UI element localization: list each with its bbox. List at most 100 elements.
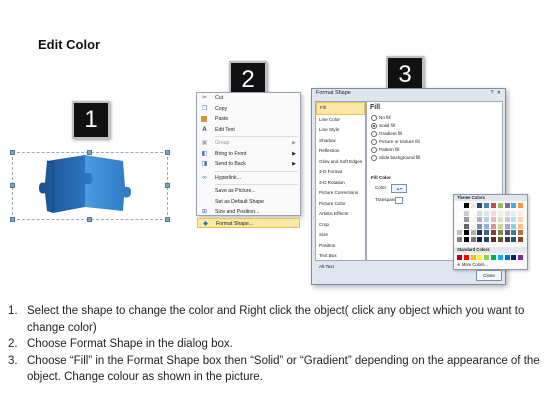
color-swatch[interactable] — [484, 230, 490, 235]
color-swatch[interactable] — [457, 217, 462, 222]
color-swatch[interactable] — [497, 255, 503, 260]
color-swatch[interactable] — [484, 210, 490, 216]
color-swatch[interactable] — [511, 203, 517, 208]
nav-item-alt-text[interactable]: Alt Text — [316, 262, 365, 273]
menu-item-set-default-shape[interactable]: Set as Default Shape — [197, 197, 300, 208]
color-swatch[interactable] — [477, 236, 483, 242]
color-swatch[interactable] — [463, 217, 469, 222]
nav-item-reflection[interactable]: Reflection — [316, 146, 365, 157]
color-swatch[interactable] — [518, 217, 524, 222]
color-swatch[interactable] — [477, 217, 483, 222]
color-swatch[interactable] — [497, 230, 503, 235]
color-swatch[interactable] — [484, 203, 490, 208]
color-swatch[interactable] — [491, 210, 496, 216]
transparency-slider[interactable] — [395, 197, 403, 204]
nav-item-line-style[interactable]: Line Style — [316, 125, 365, 136]
color-swatch[interactable] — [511, 236, 517, 242]
menu-item-edit-text[interactable]: A Edit Text — [197, 125, 300, 136]
color-dropdown-button[interactable]: ▲▾ — [391, 184, 407, 193]
color-swatch[interactable] — [484, 217, 490, 222]
color-swatch[interactable] — [470, 210, 476, 216]
color-swatch[interactable] — [484, 255, 490, 260]
color-swatch[interactable] — [511, 217, 517, 222]
nav-item-3d-format[interactable]: 3-D Format — [316, 167, 365, 178]
color-swatch[interactable] — [518, 236, 524, 242]
color-swatch[interactable] — [463, 223, 469, 229]
puzzle-pieces-shape[interactable] — [13, 153, 167, 219]
color-swatch[interactable] — [463, 210, 469, 216]
nav-item-picture-corrections[interactable]: Picture Corrections — [316, 188, 365, 199]
color-swatch[interactable] — [504, 210, 510, 216]
color-swatch[interactable] — [491, 223, 496, 229]
color-swatch[interactable] — [504, 230, 510, 235]
color-swatch[interactable] — [457, 236, 462, 242]
color-swatch[interactable] — [511, 230, 517, 235]
color-swatch[interactable] — [518, 223, 524, 229]
nav-item-shadow[interactable]: Shadow — [316, 136, 365, 147]
color-swatch[interactable] — [504, 203, 510, 208]
puzzle-selection[interactable] — [10, 150, 170, 222]
nav-item-line-color[interactable]: Line Color — [316, 115, 365, 126]
radio-no-fill[interactable]: No fill — [371, 115, 391, 121]
color-swatch[interactable] — [504, 223, 510, 229]
color-swatch[interactable] — [491, 203, 496, 208]
color-swatch[interactable] — [463, 255, 469, 260]
color-swatch[interactable] — [518, 210, 524, 216]
color-swatch[interactable] — [484, 236, 490, 242]
radio-pattern-fill[interactable]: Pattern fill — [371, 147, 399, 153]
color-swatch[interactable] — [491, 230, 496, 235]
color-swatch[interactable] — [477, 255, 483, 260]
menu-item-group[interactable]: ▣ Group ▶ — [197, 138, 300, 149]
menu-item-cut[interactable]: ✂ Cut — [197, 93, 300, 104]
color-swatch[interactable] — [497, 223, 503, 229]
color-swatch[interactable] — [504, 255, 510, 260]
color-swatch[interactable] — [511, 210, 517, 216]
color-swatch[interactable] — [504, 236, 510, 242]
menu-item-bring-to-front[interactable]: ◧ Bring to Front ▶ — [197, 149, 300, 160]
color-swatch[interactable] — [497, 210, 503, 216]
radio-solid-fill[interactable]: Solid fill — [371, 123, 395, 129]
menu-item-send-to-back[interactable]: ◨ Send to Back ▶ — [197, 159, 300, 170]
close-button[interactable]: Close — [476, 270, 502, 281]
color-swatch[interactable] — [463, 203, 469, 208]
color-swatch[interactable] — [491, 255, 496, 260]
color-swatch[interactable] — [463, 236, 469, 242]
menu-item-size-position[interactable]: ⊞ Size and Position... — [197, 207, 300, 218]
color-swatch[interactable] — [457, 230, 462, 235]
nav-item-fill[interactable]: Fill — [316, 102, 365, 115]
nav-item-text-box[interactable]: Text Box — [316, 251, 365, 262]
color-swatch[interactable] — [504, 217, 510, 222]
color-swatch[interactable] — [518, 255, 524, 260]
color-swatch[interactable] — [470, 217, 476, 222]
color-swatch[interactable] — [470, 223, 476, 229]
color-swatch[interactable] — [470, 236, 476, 242]
nav-item-glow[interactable]: Glow and Soft Edges — [316, 157, 365, 168]
menu-item-paste[interactable]: Paste — [197, 114, 300, 125]
color-swatch[interactable] — [491, 236, 496, 242]
menu-item-save-as-picture[interactable]: Save as Picture... — [197, 186, 300, 197]
color-swatch[interactable] — [470, 255, 476, 260]
dialog-window-buttons[interactable]: ? ✕ — [491, 90, 502, 96]
nav-item-size[interactable]: Size — [316, 230, 365, 241]
color-swatch[interactable] — [457, 203, 462, 208]
color-swatch[interactable] — [470, 203, 476, 208]
color-swatch[interactable] — [497, 236, 503, 242]
nav-item-artistic-effects[interactable]: Artistic Effects — [316, 209, 365, 220]
nav-item-3d-rotation[interactable]: 3-D Rotation — [316, 178, 365, 189]
color-swatch[interactable] — [511, 255, 517, 260]
nav-item-crop[interactable]: Crop — [316, 220, 365, 231]
radio-picture-fill[interactable]: Picture or texture fill — [371, 139, 420, 145]
radio-slide-background-fill[interactable]: Slide background fill — [371, 155, 420, 161]
nav-item-picture-color[interactable]: Picture Color — [316, 199, 365, 210]
color-swatch[interactable] — [518, 230, 524, 235]
color-swatch[interactable] — [484, 223, 490, 229]
color-swatch[interactable] — [511, 223, 517, 229]
color-swatch[interactable] — [491, 217, 496, 222]
color-swatch[interactable] — [463, 230, 469, 235]
color-swatch[interactable] — [477, 210, 483, 216]
radio-gradient-fill[interactable]: Gradient fill — [371, 131, 402, 137]
menu-item-hyperlink[interactable]: ∞ Hyperlink... — [197, 173, 300, 184]
color-swatch[interactable] — [457, 223, 462, 229]
color-swatch[interactable] — [477, 203, 483, 208]
color-swatch[interactable] — [477, 223, 483, 229]
